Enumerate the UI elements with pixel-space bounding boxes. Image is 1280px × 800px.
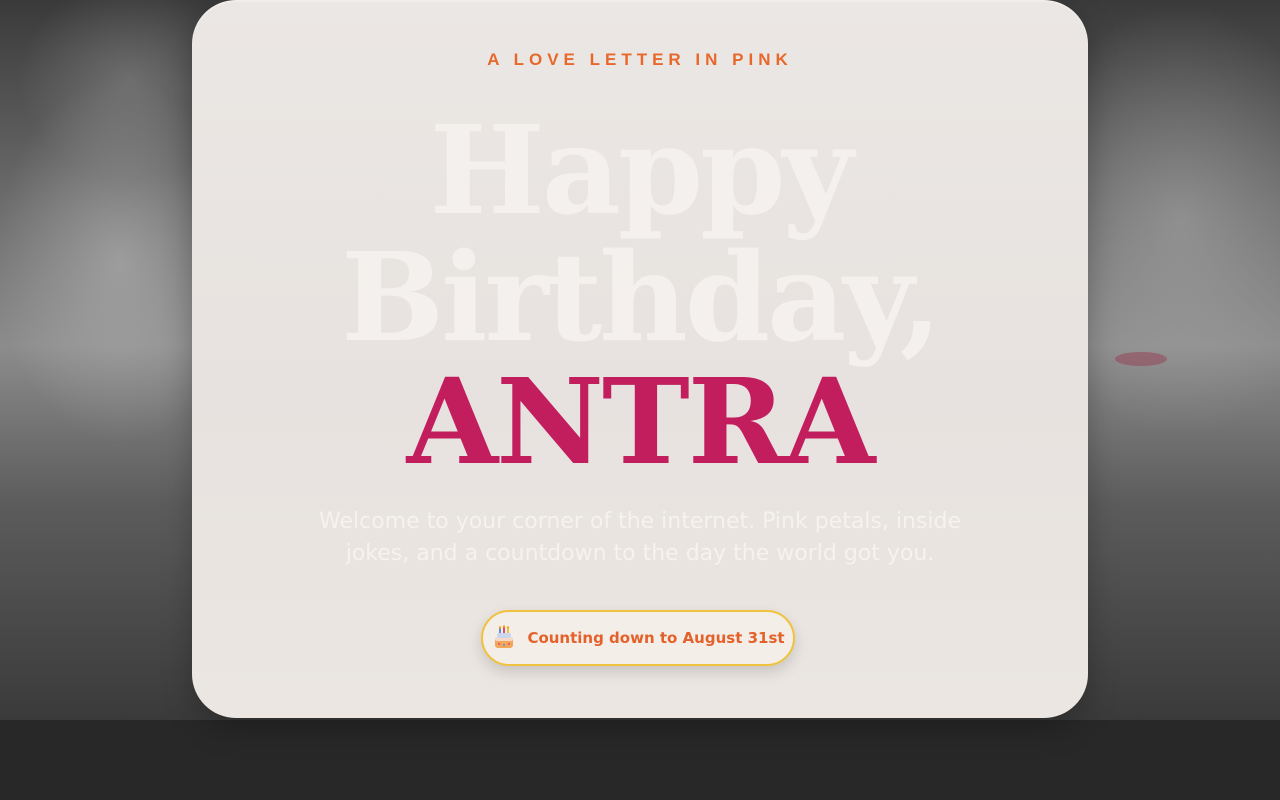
hero-subtitle: Welcome to your corner of the internet. … <box>318 509 962 566</box>
countdown-label: Counting down to August 31st <box>527 629 785 647</box>
countdown-badge[interactable]: Counting down to August 31st <box>481 610 795 666</box>
hero-card: A LOVE LETTER IN PINK Happy Birthday, AN… <box>192 0 1088 718</box>
headline-line-2: Birthday, <box>341 225 942 369</box>
birthday-name: ANTRA <box>406 352 876 491</box>
headline-line-1: Happy <box>429 98 854 242</box>
page: A LOVE LETTER IN PINK Happy Birthday, AN… <box>0 0 1280 800</box>
birthday-cake-icon <box>491 625 517 651</box>
page-footer-area <box>0 720 1280 800</box>
hero-eyebrow: A LOVE LETTER IN PINK <box>487 50 793 69</box>
